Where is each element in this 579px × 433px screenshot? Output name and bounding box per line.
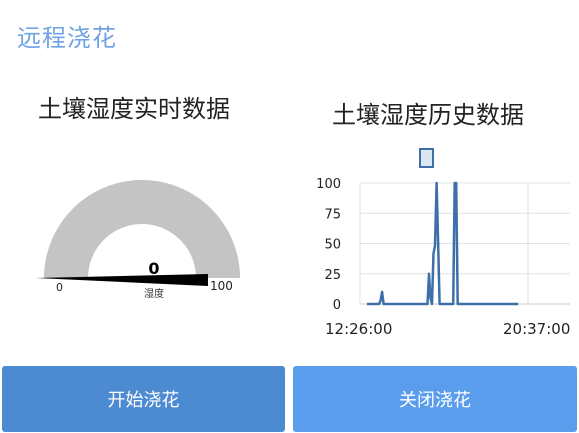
gauge-max-label: 100: [210, 279, 233, 293]
history-chart-svg: 0 25 50 75 100 12:26:00 20:37:00: [316, 148, 570, 338]
gauge-unit-label: 湿度: [144, 289, 164, 300]
y-tick-label: 0: [333, 298, 341, 313]
stop-watering-button[interactable]: 关闭浇花: [293, 366, 577, 432]
history-panel-title: 土壤湿度历史数据: [332, 101, 524, 129]
start-watering-button[interactable]: 开始浇花: [2, 366, 285, 432]
y-tick-label: 100: [316, 177, 341, 192]
legend-marker: [419, 148, 434, 168]
x-tick-label: 20:37:00: [503, 320, 570, 338]
y-tick-label: 75: [324, 207, 341, 222]
y-tick-label: 25: [324, 268, 341, 283]
gauge-value: 0: [148, 259, 160, 278]
app-title: 远程浇花: [17, 24, 117, 52]
realtime-panel-title: 土壤湿度实时数据: [38, 95, 230, 123]
gauge-min-label: 0: [56, 281, 63, 294]
page: 远程浇花 土壤湿度实时数据 土壤湿度历史数据 0 湿度 0 100 0 25 50 7…: [0, 0, 579, 433]
x-tick-label: 12:26:00: [325, 320, 392, 338]
history-chart: 0 25 50 75 100 12:26:00 20:37:00: [300, 140, 579, 350]
y-tick-label: 50: [324, 238, 341, 253]
humidity-gauge: 0 湿度 0 100: [20, 160, 280, 310]
